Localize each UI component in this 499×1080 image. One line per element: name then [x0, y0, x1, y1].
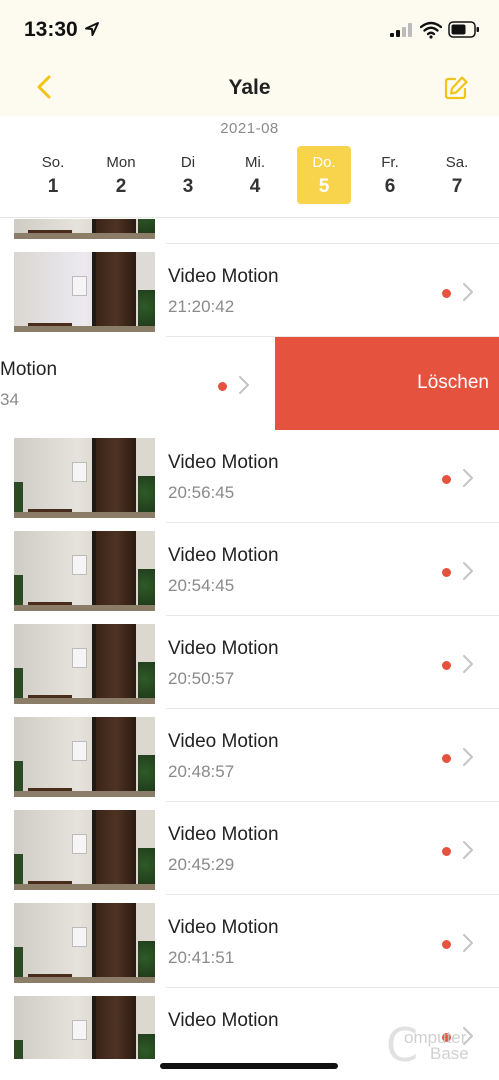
- watermark-logo: C omputer Base: [386, 1022, 494, 1068]
- chevron-right-icon: [463, 748, 473, 766]
- event-title: Video Motion: [168, 452, 279, 473]
- unread-dot: [218, 382, 227, 391]
- unread-dot: [442, 568, 451, 577]
- event-time: 34: [0, 390, 19, 409]
- event-row[interactable]: Video Motion 20:50:57: [0, 616, 499, 709]
- event-thumbnail: [14, 996, 155, 1059]
- event-title: Video Motion: [168, 731, 279, 752]
- day-name: Fr.: [381, 154, 399, 171]
- event-time: 20:50:57: [168, 669, 235, 688]
- status-bar: 13:30: [0, 0, 499, 58]
- event-thumbnail: [14, 810, 155, 890]
- unread-dot: [442, 940, 451, 949]
- chevron-right-icon: [463, 562, 473, 580]
- date-strip: 2021-08 So. 1 Mon 2 Di 3 Mi. 4 Do. 5 Fr.…: [0, 116, 499, 218]
- day-name: Mi.: [245, 154, 265, 171]
- event-title: Video Motion: [168, 917, 279, 938]
- event-thumbnail: [14, 531, 155, 611]
- status-time: 13:30: [24, 18, 78, 41]
- event-title: Video Motion: [168, 545, 279, 566]
- event-list[interactable]: Video Motion 21:20:42 Motion 34 Löschen …: [0, 219, 499, 1059]
- day-tuesday[interactable]: Di 3: [161, 146, 215, 204]
- event-title: Video Motion: [168, 266, 279, 287]
- day-monday[interactable]: Mon 2: [94, 146, 148, 204]
- home-indicator[interactable]: [160, 1063, 338, 1069]
- edit-icon[interactable]: [442, 74, 470, 102]
- page-title: Yale: [228, 76, 271, 99]
- navigation-bar: Yale: [0, 58, 499, 116]
- event-thumbnail: [14, 219, 155, 239]
- day-number: 3: [182, 176, 194, 197]
- unread-dot: [442, 847, 451, 856]
- watermark-line-2: Base: [430, 1044, 469, 1063]
- day-number: 7: [451, 176, 463, 197]
- event-row[interactable]: Video Motion 20:56:45: [0, 430, 499, 523]
- event-time: 20:45:29: [168, 855, 235, 874]
- event-row[interactable]: Video Motion 20:41:51: [0, 895, 499, 988]
- day-name: Di: [180, 154, 196, 171]
- battery-icon: [448, 21, 479, 38]
- chevron-right-icon: [463, 841, 473, 859]
- chevron-right-icon: [463, 283, 473, 301]
- event-title: Video Motion: [168, 1010, 279, 1031]
- event-row-partial[interactable]: [0, 219, 499, 244]
- day-name: So.: [41, 154, 65, 171]
- day-name: Do.: [312, 154, 336, 171]
- event-time: 21:20:42: [168, 297, 235, 316]
- event-row[interactable]: Video Motion 20:45:29: [0, 802, 499, 895]
- cellular-signal-icon: [390, 23, 412, 37]
- day-number: 1: [47, 176, 59, 197]
- day-sunday[interactable]: So. 1: [26, 146, 80, 204]
- event-row[interactable]: Video Motion 21:20:42: [0, 244, 499, 337]
- event-time: 20:41:51: [168, 948, 235, 967]
- delete-label: Löschen: [417, 372, 489, 393]
- event-row-swiped[interactable]: Motion 34 Löschen: [0, 337, 499, 430]
- event-title: Motion: [0, 359, 58, 380]
- event-row[interactable]: Video Motion 20:48:57: [0, 709, 499, 802]
- month-label: 2021-08: [220, 120, 279, 137]
- unread-dot: [442, 475, 451, 484]
- event-thumbnail: [14, 717, 155, 797]
- day-number: 6: [384, 176, 396, 197]
- chevron-right-icon: [463, 655, 473, 673]
- delete-button[interactable]: Löschen: [275, 337, 499, 430]
- day-name: Mon: [106, 154, 136, 171]
- event-row[interactable]: Video Motion 20:54:45: [0, 523, 499, 616]
- event-title: Video Motion: [168, 824, 279, 845]
- event-title: Video Motion: [168, 638, 279, 659]
- day-number: 2: [115, 176, 127, 197]
- event-time: 20:54:45: [168, 576, 235, 595]
- day-number: 4: [249, 176, 261, 197]
- day-thursday-selected[interactable]: Do. 5: [297, 146, 351, 204]
- unread-dot: [442, 661, 451, 670]
- day-saturday[interactable]: Sa. 7: [430, 146, 484, 204]
- unread-dot: [442, 754, 451, 763]
- event-time: 20:56:45: [168, 483, 235, 502]
- day-name: Sa.: [445, 154, 469, 171]
- event-thumbnail: [14, 438, 155, 518]
- event-thumbnail: [14, 624, 155, 704]
- day-friday[interactable]: Fr. 6: [363, 146, 417, 204]
- event-thumbnail: [14, 903, 155, 983]
- unread-dot: [442, 289, 451, 298]
- chevron-right-icon: [239, 376, 249, 394]
- wifi-icon: [420, 21, 442, 39]
- day-wednesday[interactable]: Mi. 4: [228, 146, 282, 204]
- event-thumbnail: [14, 252, 155, 332]
- location-arrow-icon: [85, 22, 99, 36]
- chevron-right-icon: [463, 934, 473, 952]
- day-number: 5: [318, 176, 330, 197]
- chevron-right-icon: [463, 469, 473, 487]
- event-time: 20:48:57: [168, 762, 235, 781]
